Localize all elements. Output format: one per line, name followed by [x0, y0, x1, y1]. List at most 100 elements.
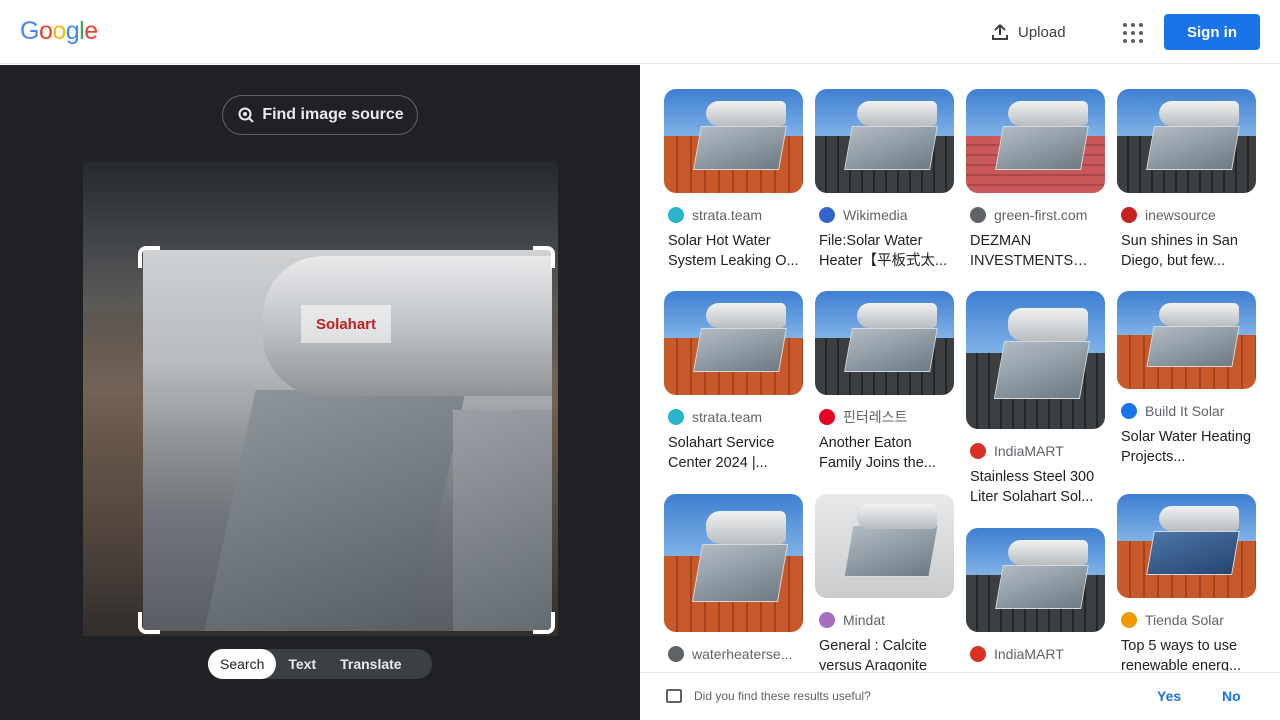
result-title[interactable]: Solar Hot Water System Leaking O...: [668, 231, 799, 271]
result-thumbnail[interactable]: [966, 89, 1105, 193]
result-title[interactable]: Solahart Service Center 2024 |...: [668, 433, 799, 473]
feedback-icon: [666, 689, 682, 703]
result-source[interactable]: 핀터레스트: [819, 407, 954, 427]
result-thumbnail[interactable]: [1117, 291, 1256, 389]
result-source-label: IndiaMART: [994, 443, 1064, 459]
result-source[interactable]: inewsource: [1121, 205, 1256, 225]
result-source-label: strata.team: [692, 207, 763, 223]
visual-matches: strata.team Solar Hot Water System Leakin…: [640, 65, 1280, 671]
result-title[interactable]: File:Solar Water Heater【平板式太...: [819, 231, 950, 271]
uploaded-image[interactable]: Solahart: [83, 161, 558, 636]
inewsource-favicon-icon: [1121, 207, 1137, 223]
result-source[interactable]: Tienda Solar: [1121, 610, 1256, 630]
feedback-question: Did you find these results useful?: [694, 689, 871, 703]
upload-label: Upload: [1018, 23, 1066, 41]
result-card[interactable]: waterheaterse...: [664, 494, 803, 671]
logo-letter: g: [65, 17, 80, 45]
result-source-label: Tienda Solar: [1145, 612, 1224, 628]
result-card[interactable]: strata.team Solar Hot Water System Leakin…: [664, 89, 803, 271]
logo-letter: o: [38, 17, 53, 45]
pinterest-favicon-icon: [819, 409, 835, 425]
result-source[interactable]: IndiaMART: [970, 441, 1105, 461]
result-card[interactable]: Tienda Solar Top 5 ways to use renewable …: [1117, 494, 1256, 671]
feedback-no-button[interactable]: No: [1222, 688, 1241, 704]
result-card[interactable]: green-first.com DEZMAN INVESTMENTS CC...: [966, 89, 1105, 271]
result-source[interactable]: green-first.com: [970, 205, 1105, 225]
selected-region[interactable]: Solahart: [143, 250, 552, 631]
result-source-label: green-first.com: [994, 207, 1088, 223]
result-source[interactable]: strata.team: [668, 407, 803, 427]
sign-in-button[interactable]: Sign in: [1164, 14, 1260, 50]
result-source[interactable]: Build It Solar: [1121, 401, 1256, 421]
brand-label: Solahart: [301, 305, 391, 343]
result-thumbnail[interactable]: [1117, 89, 1256, 193]
result-thumbnail[interactable]: [664, 291, 803, 395]
result-source-label: inewsource: [1145, 207, 1216, 223]
tab-search[interactable]: Search: [208, 649, 277, 679]
result-thumbnail[interactable]: [664, 494, 803, 632]
result-thumbnail[interactable]: [1117, 494, 1256, 598]
result-thumbnail[interactable]: [966, 291, 1105, 429]
result-card[interactable]: Wikimedia File:Solar Water Heater【平板式太...: [815, 89, 954, 271]
result-title[interactable]: [970, 670, 1101, 671]
strata-favicon-icon: [668, 409, 684, 425]
result-card[interactable]: IndiaMART Stainless Steel 300 Liter Solah…: [966, 291, 1105, 507]
result-source-label: Wikimedia: [843, 207, 908, 223]
result-title[interactable]: Another Eaton Family Joins the...: [819, 433, 950, 473]
result-title[interactable]: DEZMAN INVESTMENTS CC...: [970, 231, 1101, 271]
feedback-bar: Did you find these results useful? Yes N…: [640, 672, 1280, 720]
tiendasolar-favicon-icon: [1121, 612, 1137, 628]
lens-search-icon: [238, 107, 255, 123]
strata-favicon-icon: [668, 207, 684, 223]
result-source-label: strata.team: [692, 409, 763, 425]
result-card[interactable]: Build It Solar Solar Water Heating Projec…: [1117, 291, 1256, 467]
result-card[interactable]: 핀터레스트 Another Eaton Family Joins the...: [815, 291, 954, 473]
result-source-label: waterheaterse...: [692, 646, 793, 662]
result-source[interactable]: waterheaterse...: [668, 644, 803, 664]
mindat-favicon-icon: [819, 612, 835, 628]
result-thumbnail[interactable]: [815, 291, 954, 395]
result-title[interactable]: General : Calcite versus Aragonite: [819, 636, 950, 671]
result-title[interactable]: [668, 670, 799, 671]
find-image-source-button[interactable]: Find image source: [222, 95, 418, 135]
result-title[interactable]: Stainless Steel 300 Liter Solahart Sol..…: [970, 467, 1101, 507]
globe-favicon-icon: [970, 207, 986, 223]
crop-handle-top-right[interactable]: [533, 246, 555, 268]
builditsolar-favicon-icon: [1121, 403, 1137, 419]
result-card[interactable]: Mindat General : Calcite versus Aragonite: [815, 494, 954, 671]
result-thumbnail[interactable]: [664, 89, 803, 193]
find-image-source-label: Find image source: [262, 106, 404, 123]
upload-icon: [992, 24, 1008, 40]
result-card[interactable]: inewsource Sun shines in San Diego, but f…: [1117, 89, 1256, 271]
upload-button[interactable]: Upload: [990, 16, 1066, 48]
tab-text[interactable]: Text: [276, 649, 328, 679]
logo-letter: e: [84, 17, 98, 45]
wikimedia-favicon-icon: [819, 207, 835, 223]
apps-grid-icon[interactable]: [1118, 18, 1146, 46]
indiamart-favicon-icon: [970, 443, 986, 459]
globe-favicon-icon: [668, 646, 684, 662]
result-source[interactable]: strata.team: [668, 205, 803, 225]
header: Google Upload Sign in: [0, 0, 1280, 64]
logo-letter: G: [20, 17, 39, 45]
result-thumbnail[interactable]: [966, 528, 1105, 632]
result-card[interactable]: strata.team Solahart Service Center 2024 …: [664, 291, 803, 473]
result-source[interactable]: Mindat: [819, 610, 954, 630]
result-source[interactable]: IndiaMART: [970, 644, 1105, 664]
result-card[interactable]: IndiaMART: [966, 528, 1105, 671]
result-source-label: IndiaMART: [994, 646, 1064, 662]
google-logo[interactable]: Google: [20, 17, 98, 46]
result-title[interactable]: Solar Water Heating Projects...: [1121, 427, 1252, 467]
feedback-yes-button[interactable]: Yes: [1157, 688, 1181, 704]
tab-translate[interactable]: Translate: [328, 649, 413, 679]
result-source-label: Build It Solar: [1145, 403, 1225, 419]
result-source-label: Mindat: [843, 612, 886, 628]
crop-handle-bottom-left[interactable]: [138, 612, 160, 634]
result-thumbnail[interactable]: [815, 89, 954, 193]
crop-handle-bottom-right[interactable]: [533, 612, 555, 634]
result-title[interactable]: Top 5 ways to use renewable energ...: [1121, 636, 1252, 671]
result-title[interactable]: Sun shines in San Diego, but few...: [1121, 231, 1252, 271]
result-thumbnail[interactable]: [815, 494, 954, 598]
crop-handle-top-left[interactable]: [138, 246, 160, 268]
result-source[interactable]: Wikimedia: [819, 205, 954, 225]
